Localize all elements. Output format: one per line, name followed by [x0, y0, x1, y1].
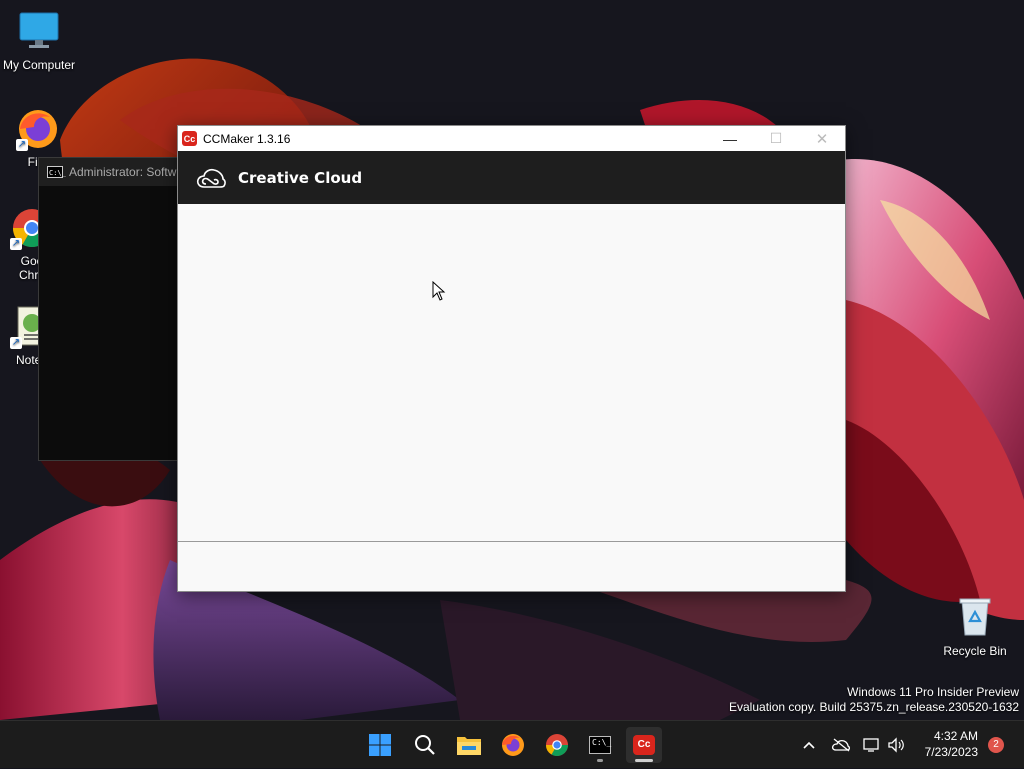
close-button[interactable]: ✕ — [799, 126, 845, 151]
taskbar-start-button[interactable] — [362, 727, 398, 763]
ccmaker-footer — [178, 542, 845, 591]
tray-volume[interactable] — [885, 721, 907, 769]
ccmaker-app-icon: Cc — [182, 131, 197, 146]
windows-start-icon — [369, 734, 391, 756]
taskbar-chrome[interactable] — [539, 727, 575, 763]
tray-network[interactable] — [861, 721, 883, 769]
minimize-button[interactable]: — — [707, 126, 753, 151]
desktop-icon-my-computer[interactable]: My Computer — [1, 10, 77, 72]
shortcut-arrow-icon: ↗ — [10, 238, 22, 250]
firefox-icon: ↗ — [16, 107, 60, 151]
header-title: Creative Cloud — [238, 168, 363, 187]
taskbar-ccmaker[interactable]: Cc — [626, 727, 662, 763]
recycle-bin-label: Recycle Bin — [943, 644, 1007, 658]
search-icon — [415, 735, 435, 755]
chevron-up-icon — [803, 741, 815, 749]
watermark-line-2: Evaluation copy. Build 25375.zn_release.… — [729, 700, 1019, 714]
window-title: CCMaker 1.3.16 — [203, 131, 291, 146]
volume-icon — [888, 737, 904, 753]
shortcut-arrow-icon: ↗ — [16, 139, 28, 151]
folder-icon — [457, 737, 481, 755]
taskbar: C:\_ Cc 4:32 AM 7/23/2023 2 — [0, 720, 1024, 768]
taskbar-firefox[interactable] — [495, 727, 531, 763]
creative-cloud-logo-icon — [196, 168, 226, 188]
evaluation-watermark: Windows 11 Pro Insider Preview Evaluatio… — [729, 685, 1019, 715]
cmd-icon: C:\_ — [47, 166, 66, 178]
cmd-window-title: Administrator: Softw — [69, 165, 177, 179]
cloud-offline-icon — [831, 738, 851, 752]
cmd-icon: C:\_ — [589, 736, 611, 754]
running-indicator — [597, 759, 603, 762]
ccmaker-icon: Cc — [633, 735, 655, 755]
notification-badge[interactable]: 2 — [988, 737, 1004, 753]
chrome-icon — [546, 734, 568, 756]
desktop-icon-label: My Computer — [2, 58, 76, 72]
maximize-button[interactable]: ☐ — [753, 126, 799, 151]
creative-cloud-header: Creative Cloud — [178, 151, 845, 204]
watermark-line-1: Windows 11 Pro Insider Preview — [847, 685, 1019, 699]
cmd-window[interactable]: C:\_ Administrator: Softw — [38, 157, 190, 461]
active-indicator — [635, 759, 653, 762]
ccmaker-content-area — [178, 204, 845, 541]
taskbar-terminal[interactable]: C:\_ — [582, 727, 618, 763]
taskbar-clock[interactable]: 4:32 AM 7/23/2023 — [925, 728, 978, 760]
tray-overflow-button[interactable] — [798, 721, 820, 769]
taskbar-search-button[interactable] — [407, 727, 443, 763]
clock-time: 4:32 AM — [933, 729, 978, 743]
network-icon — [863, 738, 879, 752]
clock-date: 7/23/2023 — [924, 745, 978, 759]
ccmaker-titlebar[interactable]: Cc CCMaker 1.3.16 — ☐ ✕ — [178, 126, 845, 151]
mouse-cursor-icon — [432, 281, 446, 301]
ccmaker-window[interactable]: Cc CCMaker 1.3.16 — ☐ ✕ Creative Cloud — [177, 125, 846, 592]
firefox-icon — [502, 734, 524, 756]
shortcut-arrow-icon: ↗ — [10, 337, 22, 349]
taskbar-file-explorer[interactable] — [451, 727, 487, 763]
desktop-icon-recycle-bin[interactable]: Recycle Bin — [942, 597, 1008, 658]
recycle-bin-icon — [959, 598, 991, 636]
tray-onedrive[interactable] — [829, 721, 853, 769]
monitor-icon — [17, 10, 61, 54]
cmd-titlebar[interactable]: C:\_ Administrator: Softw — [39, 158, 189, 186]
